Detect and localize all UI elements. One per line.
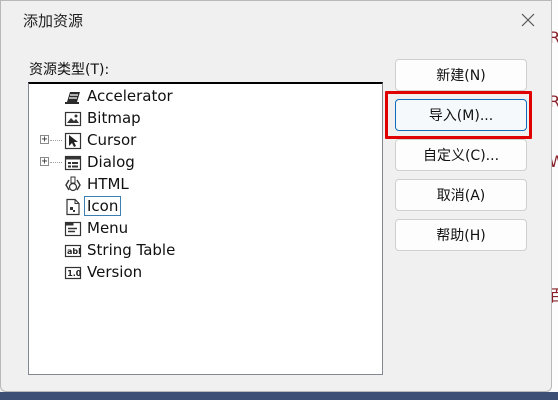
tree-item-label: Version xyxy=(87,263,143,281)
tree-item-label: String Table xyxy=(87,241,176,259)
dialog-title: 添加资源 xyxy=(23,12,84,30)
add-resource-dialog: 添加资源 资源类型(T): Accelerator Bitmap + Curso… xyxy=(0,0,552,392)
expand-cursor-toggle[interactable]: + xyxy=(40,135,49,145)
tree-item-accelerator[interactable]: Accelerator xyxy=(29,86,369,108)
custom-button[interactable]: 自定义(C)... xyxy=(395,139,527,171)
title-bar: 添加资源 xyxy=(1,1,551,39)
close-icon xyxy=(521,13,535,27)
tree-item-bitmap[interactable]: Bitmap xyxy=(29,108,369,130)
version-icon-text: 1.0 xyxy=(67,269,82,278)
tree-item-version[interactable]: 1.0 Version xyxy=(29,262,369,284)
help-button[interactable]: 帮助(H) xyxy=(395,219,527,251)
tree-item-label: Icon xyxy=(84,196,122,216)
tree-item-dialog[interactable]: + Dialog xyxy=(29,152,369,174)
version-icon: 1.0 xyxy=(64,264,82,282)
resource-type-label: 资源类型(T): xyxy=(29,62,110,78)
tree-connector xyxy=(50,140,62,141)
menu-icon xyxy=(64,220,82,238)
import-button-highlight xyxy=(385,91,532,139)
cancel-button[interactable]: 取消(A) xyxy=(395,179,527,211)
new-button[interactable]: 新建(N) xyxy=(395,59,527,91)
icon-resource-icon xyxy=(64,198,82,216)
bitmap-icon xyxy=(64,110,82,128)
tree-item-cursor[interactable]: + Cursor xyxy=(29,130,369,152)
expand-dialog-toggle[interactable]: + xyxy=(40,157,49,167)
tree-item-label: Cursor xyxy=(87,131,137,149)
dialog-icon xyxy=(64,154,82,172)
close-button[interactable] xyxy=(513,6,543,34)
cursor-icon xyxy=(64,132,82,150)
accelerator-icon xyxy=(64,88,82,106)
html-icon xyxy=(64,176,82,194)
tree-connector xyxy=(50,162,62,163)
tree-item-label: Bitmap xyxy=(87,109,141,127)
tree-item-icon[interactable]: Icon xyxy=(29,196,369,218)
tree-item-label: Dialog xyxy=(87,153,135,171)
tree-item-menu[interactable]: Menu xyxy=(29,218,369,240)
tree-item-label: Accelerator xyxy=(87,87,173,105)
background-taskbar-strip xyxy=(0,392,558,400)
string-table-icon-text: abl xyxy=(67,247,81,256)
tree-item-string-table[interactable]: abl String Table xyxy=(29,240,369,262)
tree-item-html[interactable]: HTML xyxy=(29,174,369,196)
tree-item-label: HTML xyxy=(87,175,129,193)
tree-item-label: Menu xyxy=(87,219,129,237)
resource-type-tree[interactable]: Accelerator Bitmap + Cursor + Dialog HTM… xyxy=(28,82,383,375)
string-table-icon: abl xyxy=(64,242,82,260)
